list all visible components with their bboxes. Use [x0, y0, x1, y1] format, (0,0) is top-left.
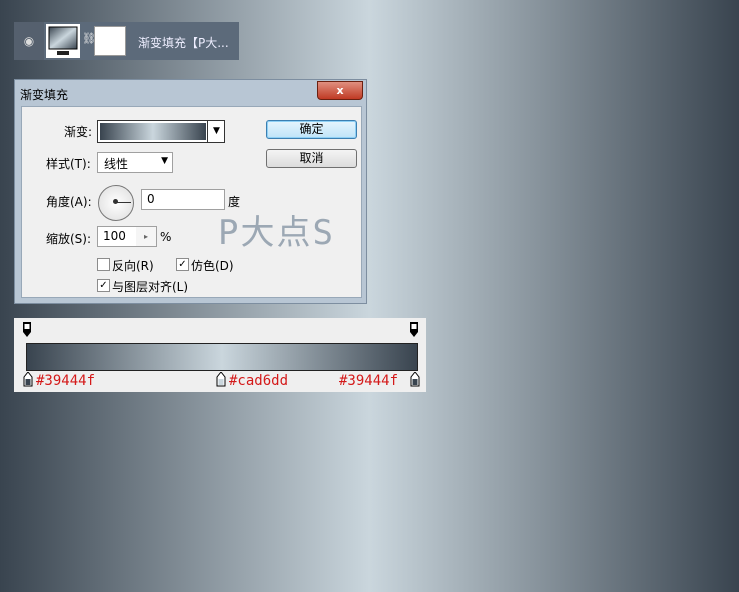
reverse-label: 反向(R) [112, 259, 154, 273]
gradient-fill-icon [48, 26, 78, 55]
stop-color-middle: #cad6dd [229, 373, 289, 389]
gradient-fill-dialog: 渐变填充 x 渐变: ▼ 确定 取消 样式(T): 线性 ▼ 角度(A): 0 … [14, 79, 367, 304]
angle-value: 0 [147, 192, 155, 206]
style-label: 样式(T): [46, 157, 91, 171]
gradient-label: 渐变: [64, 125, 93, 139]
link-icon[interactable]: ⛓ [82, 32, 96, 48]
eye-icon[interactable]: ◉ [20, 33, 38, 49]
stop-color-right: #39444f [339, 373, 399, 389]
ok-button[interactable]: 确定 [266, 120, 357, 139]
color-stop-left[interactable] [23, 371, 33, 387]
style-value: 线性 [104, 157, 129, 171]
dialog-title: 渐变填充 [20, 88, 69, 102]
scale-input[interactable]: 100 [97, 226, 137, 247]
layer-row[interactable]: ◉ ⛓ 渐变填充【P大... [14, 22, 239, 60]
scale-stepper[interactable]: ▸ [136, 226, 157, 247]
scale-unit: % [160, 230, 172, 244]
gradient-picker[interactable]: ▼ [97, 120, 225, 143]
chevron-down-icon: ▼ [161, 156, 168, 166]
angle-dial[interactable] [98, 185, 134, 221]
dialog-titlebar[interactable]: 渐变填充 x [15, 80, 366, 106]
opacity-stop-right[interactable] [410, 322, 419, 337]
color-stop-middle[interactable] [216, 371, 226, 387]
color-stop-right[interactable] [410, 371, 420, 387]
visibility-toggle[interactable]: ◉ [14, 22, 44, 60]
dither-label: 仿色(D) [191, 259, 234, 273]
gradient-bar[interactable] [26, 343, 418, 371]
gradient-editor-strip: #39444f #cad6dd #39444f [14, 318, 426, 392]
chevron-down-icon[interactable]: ▼ [207, 121, 225, 142]
layer-thumbnail[interactable] [46, 24, 80, 58]
scale-value: 100 [103, 229, 126, 243]
gradient-preview[interactable] [100, 123, 206, 140]
align-checkbox[interactable]: ✓ [97, 279, 110, 292]
angle-input[interactable]: 0 [141, 189, 225, 210]
dialog-body: 渐变: ▼ 确定 取消 样式(T): 线性 ▼ 角度(A): 0 度 缩放(S)… [21, 106, 362, 298]
style-select[interactable]: 线性 ▼ [97, 152, 173, 173]
align-label: 与图层对齐(L) [112, 280, 189, 294]
watermark: P大点S [218, 213, 335, 253]
dither-checkbox[interactable]: ✓ [176, 258, 189, 271]
stop-color-left: #39444f [36, 373, 96, 389]
opacity-stop-left[interactable] [23, 322, 32, 337]
cancel-button[interactable]: 取消 [266, 149, 357, 168]
layer-name[interactable]: 渐变填充【P大... [138, 34, 229, 51]
reverse-checkbox[interactable] [97, 258, 110, 271]
close-button[interactable]: x [317, 81, 363, 100]
angle-label: 角度(A): [46, 195, 92, 209]
scale-label: 缩放(S): [46, 232, 92, 246]
layer-mask-thumbnail[interactable] [94, 26, 126, 56]
